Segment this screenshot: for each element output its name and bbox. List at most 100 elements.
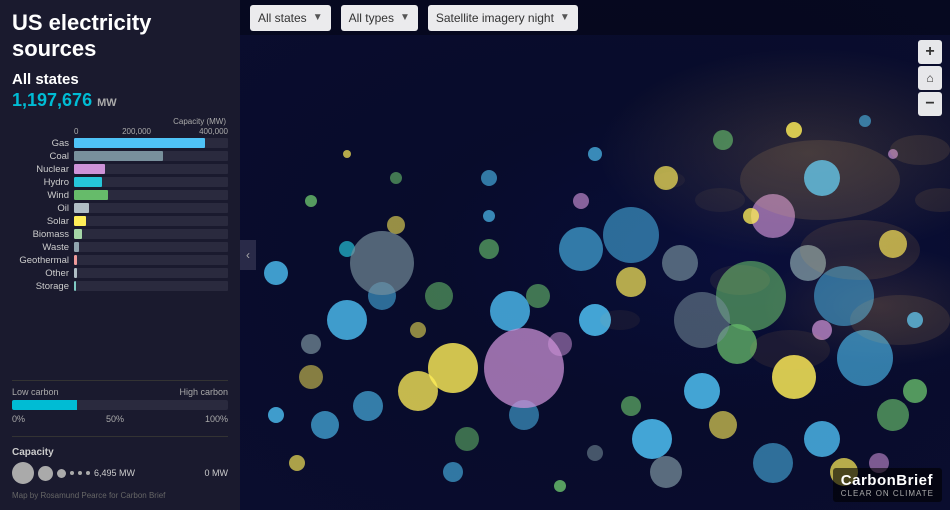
map-credit: Map by Rosamund Pearce for Carbon Brief <box>12 491 228 500</box>
bar-track <box>74 281 228 291</box>
map-bubble <box>350 231 414 295</box>
map-bubble <box>490 291 530 331</box>
bar-label: Other <box>12 268 74 279</box>
map-background: All states ▼ All types ▼ Satellite image… <box>240 0 950 510</box>
bar-track <box>74 216 228 226</box>
imagery-dropdown-arrow: ▼ <box>560 12 570 23</box>
map-bubble <box>554 480 566 492</box>
legend-label-large: 6,495 MW <box>94 468 135 478</box>
map-bubble <box>814 266 874 326</box>
bar-fill <box>74 229 82 239</box>
map-bubble <box>428 343 478 393</box>
bar-row-storage: Storage <box>12 281 228 292</box>
bar-track <box>74 164 228 174</box>
map-bubble <box>526 284 550 308</box>
map-bubble <box>481 170 497 186</box>
panel-toggle-chevron[interactable]: ‹ <box>240 240 256 270</box>
map-bubble <box>509 400 539 430</box>
state-label: All states <box>12 71 228 88</box>
map-bubble <box>301 334 321 354</box>
bar-fill <box>74 242 79 252</box>
left-panel: US electricity sources All states 1,197,… <box>0 0 240 510</box>
bar-row-gas: Gas <box>12 138 228 149</box>
map-bubble <box>268 407 284 423</box>
bar-fill <box>74 177 102 187</box>
map-bubble <box>368 282 396 310</box>
map-bubble <box>621 396 641 416</box>
bar-label: Waste <box>12 242 74 253</box>
bar-track <box>74 242 228 252</box>
map-bubble <box>790 245 826 281</box>
bar-label: Oil <box>12 203 74 214</box>
bar-row-hydro: Hydro <box>12 177 228 188</box>
map-bubble <box>483 210 495 222</box>
panel-title: US electricity sources <box>12 10 228 63</box>
bubble-container <box>240 0 950 510</box>
legend-dot-1 <box>70 471 74 475</box>
bar-fill <box>74 138 205 148</box>
bar-row-wind: Wind <box>12 190 228 201</box>
map-bubble <box>425 282 453 310</box>
map-bubble <box>443 462 463 482</box>
map-bubble <box>587 445 603 461</box>
bar-fill <box>74 203 89 213</box>
map-bubble <box>264 261 288 285</box>
bar-row-geothermal: Geothermal <box>12 255 228 266</box>
map-bubble <box>903 379 927 403</box>
map-bubble <box>837 330 893 386</box>
carbonbrief-tagline: Clear on climate <box>841 489 934 498</box>
percent-labels: 0% 50% 100% <box>12 414 228 424</box>
map-bubble <box>390 172 402 184</box>
bar-fill <box>74 216 86 226</box>
bar-track <box>74 255 228 265</box>
bar-fill <box>74 164 105 174</box>
states-dropdown[interactable]: All states ▼ <box>250 5 331 31</box>
map-bubble <box>650 456 682 488</box>
map-bubble <box>684 373 720 409</box>
map-bubble <box>654 166 678 190</box>
map-bubble <box>751 194 795 238</box>
legend-dot-2 <box>78 471 82 475</box>
map-bubble <box>804 421 840 457</box>
bar-fill <box>74 151 163 161</box>
imagery-dropdown[interactable]: Satellite imagery night ▼ <box>428 5 578 31</box>
night-lights-svg <box>240 0 950 510</box>
carbonbrief-name: CarbonBrief <box>841 472 934 489</box>
bar-row-waste: Waste <box>12 242 228 253</box>
map-bubble <box>804 160 840 196</box>
map-bubble <box>888 149 898 159</box>
bar-label: Gas <box>12 138 74 149</box>
chart-area: GasCoalNuclearHydroWindOilSolarBiomassWa… <box>12 138 228 374</box>
zoom-in-button[interactable]: + <box>918 40 942 64</box>
zoom-home-button[interactable]: ⌂ <box>918 66 942 90</box>
bar-row-other: Other <box>12 268 228 279</box>
capacity-axis: Capacity (MW) <box>12 117 228 126</box>
map-bubble <box>479 239 499 259</box>
map-bubble <box>387 216 405 234</box>
types-dropdown[interactable]: All types ▼ <box>341 5 418 31</box>
bar-track <box>74 151 228 161</box>
bar-track <box>74 138 228 148</box>
map-bubble <box>753 443 793 483</box>
map-bubble <box>343 150 351 158</box>
carbon-labels: Low carbon High carbon <box>12 387 228 397</box>
bar-label: Storage <box>12 281 74 292</box>
map-bubble <box>339 241 355 257</box>
map-bubble <box>548 332 572 356</box>
map-bubble <box>327 300 367 340</box>
map-bubble <box>743 208 759 224</box>
map-bubble <box>772 355 816 399</box>
map-bubble <box>879 230 907 258</box>
map-bubble <box>305 195 317 207</box>
bar-track <box>74 177 228 187</box>
map-bubble <box>299 365 323 389</box>
legend-dot-3 <box>86 471 90 475</box>
map-bubble <box>632 419 672 459</box>
zoom-out-button[interactable]: − <box>918 92 942 116</box>
top-bar: All states ▼ All types ▼ Satellite image… <box>240 0 950 35</box>
bar-label: Geothermal <box>12 255 74 266</box>
map-bubble <box>616 267 646 297</box>
bar-track <box>74 229 228 239</box>
legend-circle-small <box>57 469 66 478</box>
axis-ticks: 0 200,000 400,000 <box>74 127 228 136</box>
